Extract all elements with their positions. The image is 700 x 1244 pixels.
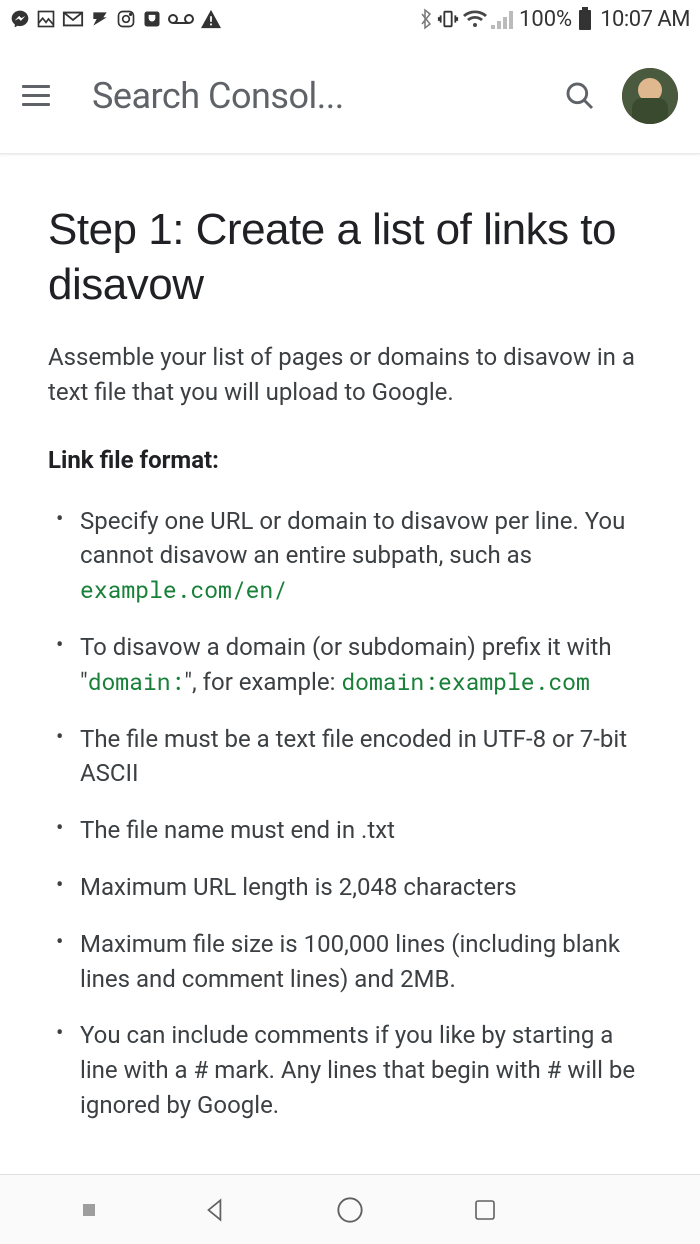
cellular-signal-icon — [491, 9, 513, 29]
app-bar: Search Consol... — [0, 38, 700, 154]
rule-item: The file must be a text file encoded in … — [50, 722, 652, 792]
menu-button[interactable] — [22, 76, 62, 116]
format-subhead: Link file format: — [48, 446, 652, 474]
trophy-icon — [142, 9, 162, 29]
code-snippet: domain: — [88, 667, 185, 697]
photos-icon — [36, 9, 56, 29]
status-system-icons: 100% 10:07 AM — [419, 7, 690, 32]
nav-assist-indicator — [83, 1204, 95, 1216]
bluetooth-icon — [419, 8, 433, 30]
voicemail-icon — [168, 12, 194, 26]
app-title: Search Consol... — [92, 75, 558, 117]
step-heading: Step 1: Create a list of links to disavo… — [48, 202, 652, 312]
rule-item: You can include comments if you like by … — [50, 1018, 652, 1122]
account-avatar[interactable] — [622, 68, 678, 124]
instagram-icon — [116, 9, 136, 29]
battery-icon — [578, 7, 592, 31]
android-nav-bar — [0, 1174, 700, 1244]
rule-item: The file name must end in .txt — [50, 813, 652, 848]
search-button[interactable] — [558, 74, 602, 118]
search-icon — [564, 80, 596, 112]
gmail-icon — [62, 10, 84, 28]
wifi-icon — [463, 9, 487, 29]
rule-item: Specify one URL or domain to disavow per… — [50, 504, 652, 608]
code-snippet: domain:example.com — [341, 667, 589, 697]
page-content[interactable]: Step 1: Create a list of links to disavo… — [0, 154, 700, 1174]
home-button[interactable] — [335, 1195, 365, 1225]
z-app-icon — [90, 9, 110, 29]
status-notification-icons — [10, 9, 222, 29]
format-rules-list: Specify one URL or domain to disavow per… — [48, 504, 652, 1123]
rule-item: To disavow a domain (or subdomain) prefi… — [50, 630, 652, 700]
warning-icon — [200, 9, 222, 29]
clock-text: 10:07 AM — [600, 7, 690, 32]
code-snippet: example.com/en/ — [80, 575, 287, 605]
back-button[interactable] — [200, 1195, 230, 1225]
android-status-bar: 100% 10:07 AM — [0, 0, 700, 38]
battery-text: 100% — [519, 7, 572, 32]
vibrate-icon — [437, 8, 459, 30]
rule-item: Maximum URL length is 2,048 characters — [50, 870, 652, 905]
rule-item: Maximum file size is 100,000 lines (incl… — [50, 927, 652, 997]
recents-button[interactable] — [470, 1195, 500, 1225]
messenger-icon — [10, 9, 30, 29]
intro-paragraph: Assemble your list of pages or domains t… — [48, 340, 652, 410]
